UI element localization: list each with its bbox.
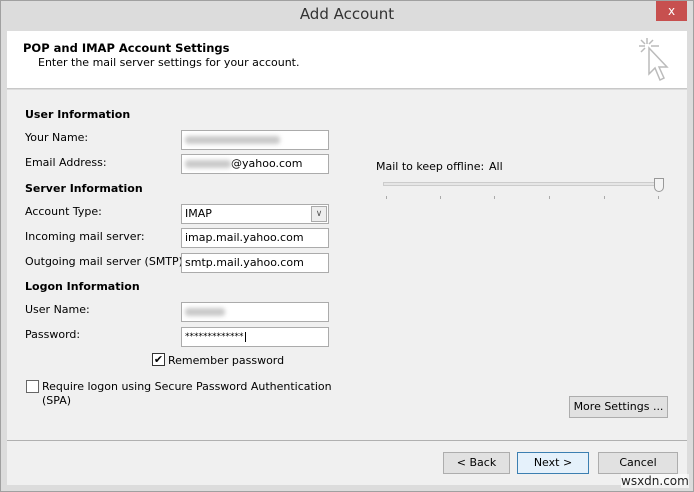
user-name-label: User Name: xyxy=(25,303,90,316)
spa-label: Require logon using Secure Password Auth… xyxy=(42,380,332,393)
account-type-select[interactable]: IMAP ∨ xyxy=(181,204,329,224)
back-button[interactable]: < Back xyxy=(443,452,510,474)
your-name-input[interactable] xyxy=(181,130,329,150)
server-info-heading: Server Information xyxy=(25,182,143,195)
logon-info-heading: Logon Information xyxy=(25,280,140,293)
slider-tick xyxy=(604,196,605,199)
remember-password-checkbox[interactable]: ✔ xyxy=(152,353,165,366)
chevron-down-icon[interactable]: ∨ xyxy=(311,206,327,222)
outgoing-server-input[interactable]: smtp.mail.yahoo.com xyxy=(181,253,329,273)
password-label: Password: xyxy=(25,328,81,341)
incoming-server-input[interactable]: imap.mail.yahoo.com xyxy=(181,228,329,248)
cursor-click-icon xyxy=(639,38,669,82)
email-suffix: @yahoo.com xyxy=(231,157,303,170)
account-type-label: Account Type: xyxy=(25,205,102,218)
spa-label-line2: (SPA) xyxy=(42,394,72,407)
slider-tick xyxy=(494,196,495,199)
your-name-label: Your Name: xyxy=(25,131,89,144)
slider-tick xyxy=(440,196,441,199)
window-title: Add Account xyxy=(299,5,395,23)
password-value: ************* xyxy=(185,332,244,342)
close-button[interactable]: x xyxy=(656,1,687,21)
divider xyxy=(7,440,687,441)
cancel-button[interactable]: Cancel xyxy=(598,452,678,474)
offline-label: Mail to keep offline: xyxy=(376,160,485,173)
page-subtitle: Enter the mail server settings for your … xyxy=(38,56,300,69)
user-name-input[interactable] xyxy=(181,302,329,322)
user-info-heading: User Information xyxy=(25,108,131,121)
watermark: wsxdn.com xyxy=(621,474,689,488)
page-title: POP and IMAP Account Settings xyxy=(23,41,230,55)
email-label: Email Address: xyxy=(25,156,107,169)
slider-tick xyxy=(658,196,659,199)
offline-slider-thumb[interactable] xyxy=(654,178,664,192)
outgoing-server-label: Outgoing mail server (SMTP): xyxy=(25,255,187,268)
password-input[interactable]: ************* xyxy=(181,327,329,347)
spa-checkbox[interactable] xyxy=(26,380,39,393)
offline-slider-track[interactable] xyxy=(383,182,659,186)
account-type-value: IMAP xyxy=(185,207,212,220)
slider-tick xyxy=(549,196,550,199)
email-input[interactable]: @yahoo.com xyxy=(181,154,329,174)
header-panel: POP and IMAP Account Settings Enter the … xyxy=(7,31,687,89)
next-button[interactable]: Next > xyxy=(517,452,589,474)
incoming-server-label: Incoming mail server: xyxy=(25,230,145,243)
remember-password-label: Remember password xyxy=(168,354,285,367)
slider-tick xyxy=(386,196,387,199)
offline-value: All xyxy=(489,160,503,173)
more-settings-button[interactable]: More Settings ... xyxy=(569,396,668,418)
